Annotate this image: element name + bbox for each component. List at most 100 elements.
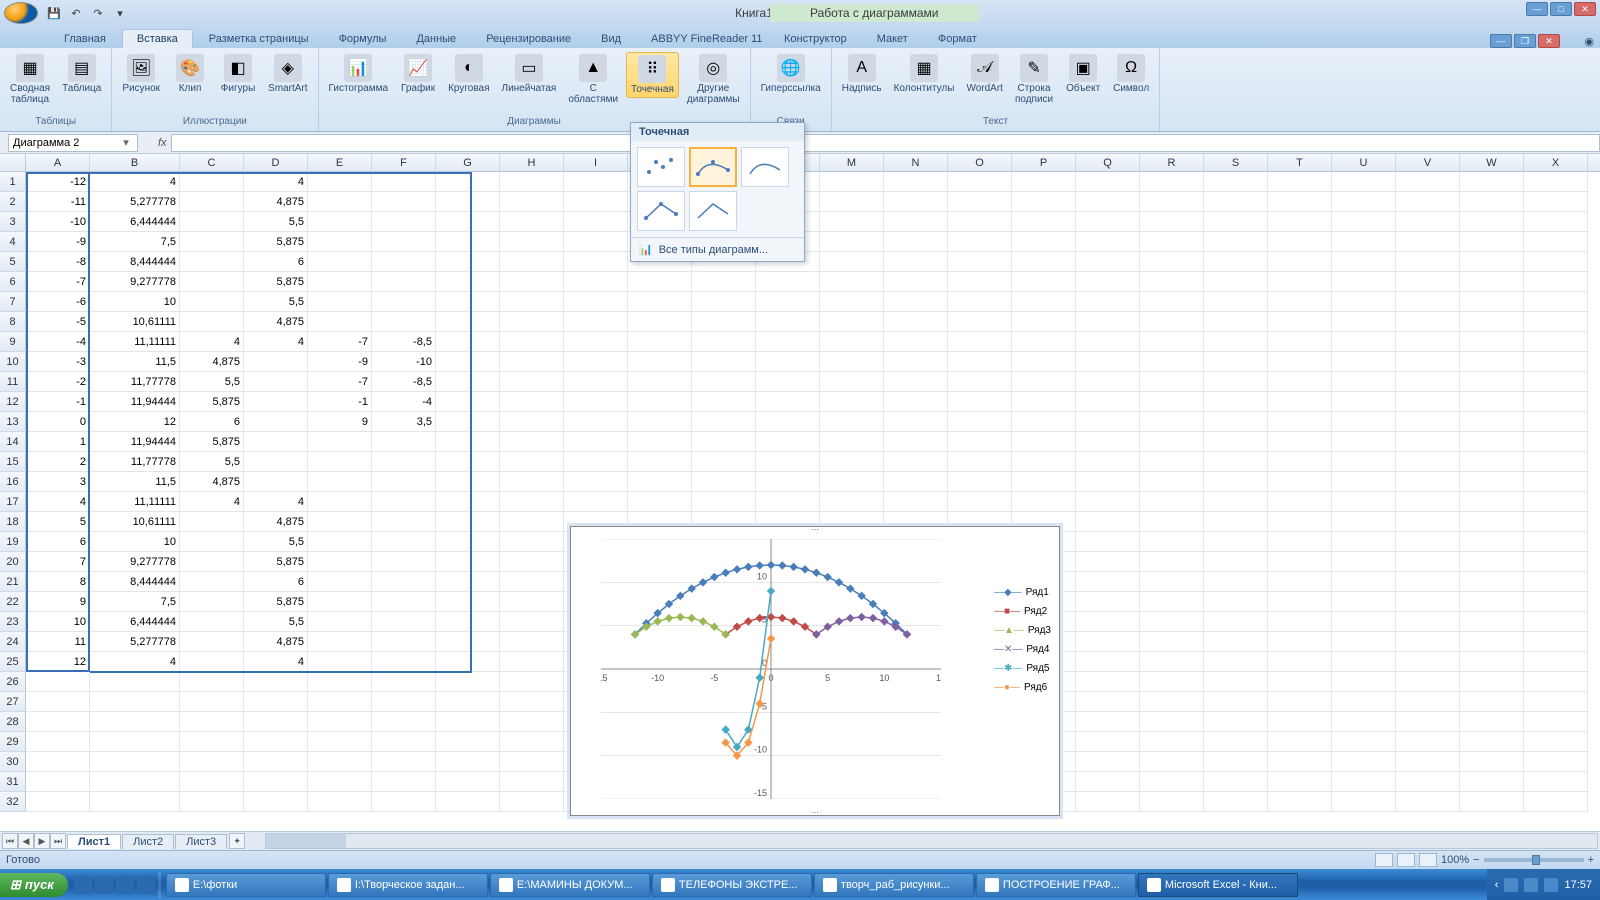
row-header[interactable]: 19 [0,532,26,552]
cell[interactable] [756,372,820,392]
cell[interactable]: -8,5 [372,372,436,392]
cell[interactable] [1524,332,1588,352]
cell[interactable] [372,632,436,652]
select-all-corner[interactable] [0,154,26,171]
cell[interactable] [1268,352,1332,372]
cell[interactable]: 4 [244,492,308,512]
cell[interactable] [1332,252,1396,272]
cell[interactable] [26,732,90,752]
cell[interactable] [436,392,500,412]
cell[interactable] [1204,652,1268,672]
cell[interactable] [500,412,564,432]
cell[interactable] [1524,412,1588,432]
cell[interactable] [1140,792,1204,812]
cell[interactable] [1268,392,1332,412]
cell[interactable]: -4 [372,392,436,412]
cell[interactable] [1204,412,1268,432]
cell[interactable] [628,292,692,312]
cell[interactable] [564,472,628,492]
cell[interactable] [1332,792,1396,812]
cell[interactable] [1140,452,1204,472]
cell[interactable] [1076,332,1140,352]
cell[interactable] [500,532,564,552]
cell[interactable] [500,632,564,652]
col-header-X[interactable]: X [1524,154,1588,171]
cell[interactable] [1076,292,1140,312]
cell[interactable] [1012,472,1076,492]
ql-icon-2[interactable] [95,876,113,894]
cell[interactable] [1460,172,1524,192]
cell[interactable] [1268,512,1332,532]
cell[interactable] [1076,732,1140,752]
cell[interactable] [692,472,756,492]
cell[interactable] [1332,432,1396,452]
cell[interactable] [308,612,372,632]
cell[interactable] [1268,612,1332,632]
cell[interactable] [1524,312,1588,332]
cell[interactable] [436,612,500,632]
cell[interactable] [756,352,820,372]
cell[interactable] [1204,232,1268,252]
cell[interactable] [180,612,244,632]
cell[interactable] [1076,272,1140,292]
cell[interactable]: 11 [26,632,90,652]
tab-formulas[interactable]: Формулы [325,30,401,48]
cell[interactable] [884,452,948,472]
area-chart-button[interactable]: ▲С областями [564,52,622,107]
cell[interactable]: -7 [308,372,372,392]
cell[interactable]: 4 [180,492,244,512]
col-header-G[interactable]: G [436,154,500,171]
cell[interactable] [372,692,436,712]
cell[interactable] [180,732,244,752]
cell[interactable]: 5,875 [244,592,308,612]
cell[interactable]: 5 [26,512,90,532]
row-header[interactable]: 13 [0,412,26,432]
cell[interactable] [948,172,1012,192]
cell[interactable]: -1 [308,392,372,412]
cell[interactable] [820,252,884,272]
row-header[interactable]: 15 [0,452,26,472]
cell[interactable] [372,292,436,312]
cell[interactable]: 5,277778 [90,632,180,652]
cell[interactable] [1204,372,1268,392]
cell[interactable] [180,512,244,532]
cell[interactable]: 12 [90,412,180,432]
cell[interactable] [372,512,436,532]
sheet-nav-next[interactable]: ▶ [34,833,50,849]
cell[interactable] [1332,172,1396,192]
cell[interactable] [564,212,628,232]
cell[interactable] [1268,212,1332,232]
cell[interactable] [1140,672,1204,692]
cell[interactable] [1140,332,1204,352]
row-header[interactable]: 3 [0,212,26,232]
tray-icon-3[interactable] [1544,878,1558,892]
taskbar-task[interactable]: E:\фотки [166,873,326,897]
cell[interactable] [1332,512,1396,532]
cell[interactable] [1076,632,1140,652]
cell[interactable] [372,752,436,772]
cell[interactable] [180,192,244,212]
cell[interactable]: 5,5 [180,452,244,472]
cell[interactable] [1140,372,1204,392]
cell[interactable]: 10,61111 [90,512,180,532]
cell[interactable] [628,492,692,512]
cell[interactable] [1460,472,1524,492]
cell[interactable] [1268,772,1332,792]
name-box-dropdown-icon[interactable]: ▾ [119,136,133,149]
cell[interactable] [180,252,244,272]
table-button[interactable]: ▤Таблица [58,52,105,96]
row-header[interactable]: 7 [0,292,26,312]
chart-legend[interactable]: —◆—Ряд1—■—Ряд2—▲—Ряд3—✕—Ряд4—✱—Ряд5—●—Ря… [994,587,1051,701]
zoom-in-button[interactable]: + [1588,854,1594,866]
cell[interactable] [1332,312,1396,332]
cell[interactable] [308,732,372,752]
cell[interactable] [436,572,500,592]
cell[interactable] [436,712,500,732]
cell[interactable] [564,492,628,512]
cell[interactable] [372,712,436,732]
cell[interactable]: 4,875 [244,512,308,532]
cell[interactable] [1396,512,1460,532]
cell[interactable] [372,312,436,332]
row-header[interactable]: 28 [0,712,26,732]
cell[interactable] [628,372,692,392]
